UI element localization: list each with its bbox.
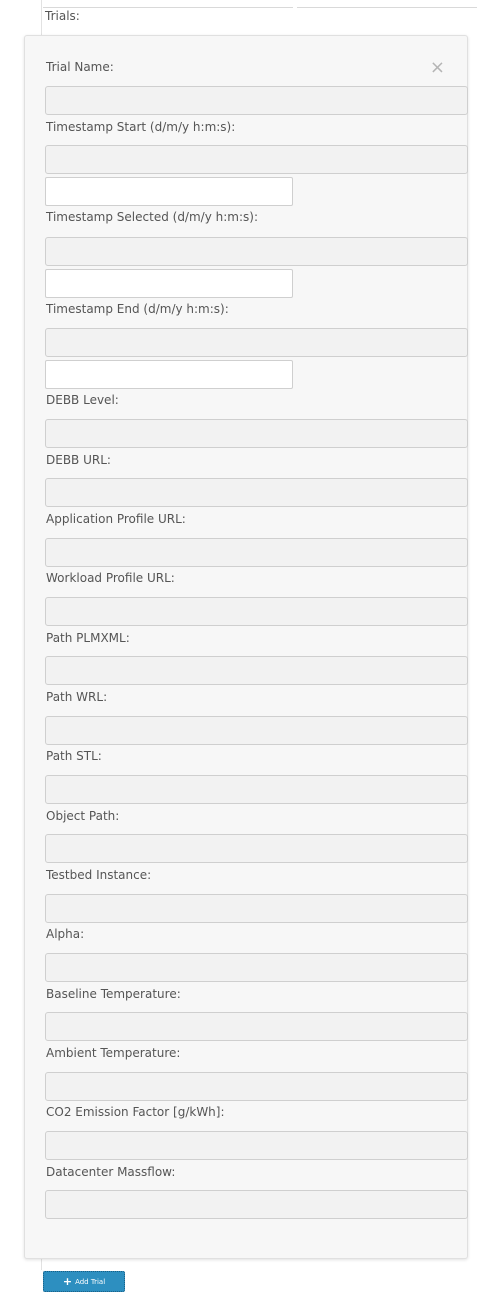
debb-level-input[interactable]	[45, 419, 468, 448]
co2-emission-factor-label: CO2 Emission Factor [g/kWh]:	[46, 1105, 225, 1119]
ambient-temperature-input[interactable]	[45, 1072, 468, 1101]
alpha-input[interactable]	[45, 953, 468, 982]
top-divider-left	[43, 7, 293, 8]
baseline-temperature-label: Baseline Temperature:	[46, 987, 181, 1001]
trial-name-label: Trial Name:	[46, 60, 114, 74]
add-trial-button[interactable]: + Add Trial	[43, 1271, 125, 1292]
debb-url-label: DEBB URL:	[46, 453, 111, 467]
trials-page: Trials: × Trial Name: Timestamp Start (d…	[0, 0, 479, 1295]
path-stl-input[interactable]	[45, 775, 468, 804]
path-wrl-label: Path WRL:	[46, 690, 108, 704]
trial-form-card: × Trial Name: Timestamp Start (d/m/y h:m…	[24, 35, 468, 1259]
timestamp-selected-time-input[interactable]	[45, 269, 293, 298]
top-divider-right	[297, 7, 477, 8]
debb-url-input[interactable]	[45, 478, 468, 507]
object-path-label: Object Path:	[46, 809, 120, 823]
ambient-temperature-label: Ambient Temperature:	[46, 1046, 181, 1060]
plus-icon: +	[62, 1275, 73, 1288]
path-plmxml-label: Path PLMXML:	[46, 631, 130, 645]
timestamp-selected-date-input[interactable]	[45, 237, 468, 266]
datacenter-massflow-label: Datacenter Massflow:	[46, 1165, 176, 1179]
timestamp-start-time-input[interactable]	[45, 177, 293, 206]
timestamp-end-label: Timestamp End (d/m/y h:m:s):	[46, 302, 229, 316]
baseline-temperature-input[interactable]	[45, 1012, 468, 1041]
timestamp-selected-label: Timestamp Selected (d/m/y h:m:s):	[46, 210, 258, 224]
path-wrl-input[interactable]	[45, 716, 468, 745]
path-plmxml-input[interactable]	[45, 656, 468, 685]
close-icon[interactable]: ×	[430, 59, 445, 77]
workload-profile-url-input[interactable]	[45, 597, 468, 626]
timestamp-end-time-input[interactable]	[45, 360, 293, 389]
trial-name-input[interactable]	[45, 86, 468, 115]
testbed-instance-label: Testbed Instance:	[46, 868, 152, 882]
testbed-instance-input[interactable]	[45, 894, 468, 923]
co2-emission-factor-input[interactable]	[45, 1131, 468, 1160]
debb-level-label: DEBB Level:	[46, 393, 119, 407]
workload-profile-url-label: Workload Profile URL:	[46, 571, 175, 585]
application-profile-url-label: Application Profile URL:	[46, 512, 186, 526]
add-trial-label: Add Trial	[75, 1277, 106, 1286]
timestamp-end-date-input[interactable]	[45, 328, 468, 357]
trials-section-title: Trials:	[45, 9, 80, 23]
alpha-label: Alpha:	[46, 927, 85, 941]
datacenter-massflow-input[interactable]	[45, 1190, 468, 1219]
path-stl-label: Path STL:	[46, 749, 102, 763]
timestamp-start-date-input[interactable]	[45, 145, 468, 174]
timestamp-start-label: Timestamp Start (d/m/y h:m:s):	[46, 120, 236, 134]
application-profile-url-input[interactable]	[45, 538, 468, 567]
object-path-input[interactable]	[45, 834, 468, 863]
